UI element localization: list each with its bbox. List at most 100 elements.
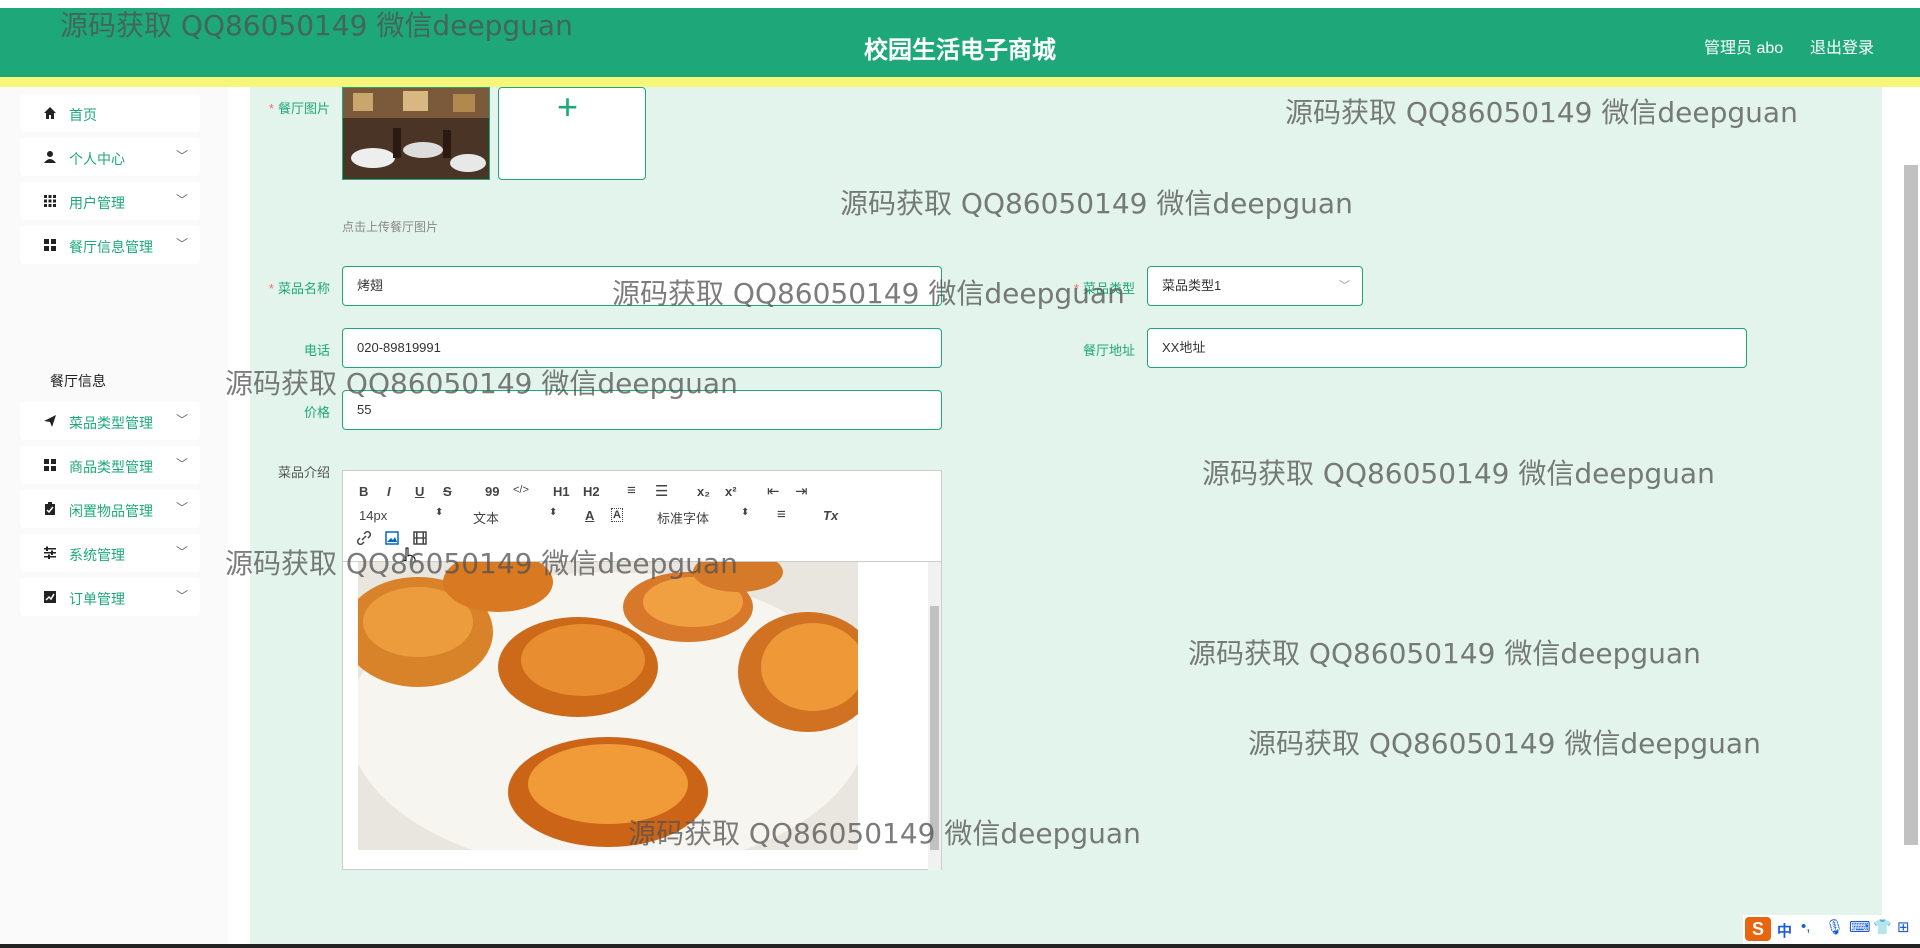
plus-icon: + <box>557 86 579 127</box>
bold-button[interactable]: B <box>359 484 368 499</box>
font-color-button[interactable]: A <box>585 508 594 523</box>
dish-type-select[interactable]: 菜品类型1 ﹀ <box>1147 266 1363 306</box>
background-color-button[interactable]: A <box>611 508 623 522</box>
clear-format-button[interactable]: Tx <box>823 508 838 523</box>
chevron-down-icon: ﹀ <box>176 457 189 471</box>
chevron-down-icon: ﹀ <box>176 589 189 603</box>
align-button[interactable]: ≡ <box>777 506 786 523</box>
chevron-down-icon: ﹀ <box>176 413 189 427</box>
sort-arrows-icon: ⬍ <box>435 507 444 518</box>
sidebar-item-profile[interactable]: 个人中心 ﹀ <box>20 138 200 176</box>
dish-type-value: 菜品类型1 <box>1162 278 1222 293</box>
image-upload-button[interactable]: + <box>498 86 646 180</box>
sidebar-subitem-restaurant-info[interactable]: 餐厅信息 <box>50 371 106 391</box>
intro-label: 菜品介绍 <box>277 465 330 480</box>
keyboard-icon[interactable]: ⌨ <box>1849 918 1871 936</box>
watermark: 源码获取 QQ86050149 微信deepguan <box>1285 96 1798 129</box>
sidebar-item-label: 个人中心 <box>69 151 125 167</box>
grid-icon[interactable]: ⊞ <box>1897 918 1910 936</box>
watermark: 源码获取 QQ86050149 微信deepguan <box>60 9 573 42</box>
watermark: 源码获取 QQ86050149 微信deepguan <box>225 367 738 400</box>
phone-label: 电话 <box>303 343 330 358</box>
current-user: 管理员 abo <box>1704 40 1784 57</box>
sidebar-item-goods-type[interactable]: 商品类型管理 ﹀ <box>20 446 200 484</box>
sidebar-item-users[interactable]: 用户管理 ﹀ <box>20 182 200 220</box>
strike-button[interactable]: S <box>443 484 452 499</box>
apps-icon <box>44 239 56 251</box>
watermark: 源码获取 QQ86050149 微信deepguan <box>1188 637 1701 670</box>
italic-button[interactable]: I <box>387 484 391 499</box>
send-icon <box>44 415 56 427</box>
sort-arrows-icon: ⬍ <box>549 507 558 518</box>
chart-icon <box>44 591 56 603</box>
sidebar-item-label: 商品类型管理 <box>69 459 153 475</box>
sidebar-item-orders[interactable]: 订单管理 ﹀ <box>20 578 200 616</box>
superscript-button[interactable]: x² <box>725 484 737 499</box>
watermark: 源码获取 QQ86050149 微信deepguan <box>1202 457 1715 490</box>
sidebar-item-label: 首页 <box>69 107 97 123</box>
dish-photo <box>358 562 858 850</box>
sidebar-item-label: 用户管理 <box>69 195 125 211</box>
logout-link[interactable]: 退出登录 <box>1810 34 1874 58</box>
home-icon <box>44 107 56 119</box>
skin-icon[interactable]: 👕 <box>1873 918 1892 936</box>
address-label: 餐厅地址 <box>1082 343 1135 358</box>
rich-text-editor[interactable]: B I U S 99 </> H1 H2 ≡ ☰ x₂ x² ⇤ ⇥ 14px … <box>342 470 942 870</box>
punctuation-icon[interactable]: •, <box>1801 918 1810 935</box>
font-size-select[interactable]: 14px <box>359 508 387 523</box>
text-type-select[interactable]: 文本 <box>473 508 499 527</box>
header-accent-bar <box>0 77 1920 87</box>
user-icon <box>44 151 56 163</box>
chevron-down-icon: ﹀ <box>1339 280 1350 292</box>
sidebar-item-restaurant[interactable]: 餐厅信息管理 ﹀ <box>20 226 200 264</box>
ime-toolbar[interactable]: S 中 •, 🎙 ⌨ 👕 ⊞ <box>1743 915 1920 945</box>
font-family-select[interactable]: 标准字体 <box>657 508 709 527</box>
ordered-list-button[interactable]: ≡ <box>627 482 636 499</box>
sidebar-item-label: 系统管理 <box>69 547 125 563</box>
chevron-down-icon: ﹀ <box>176 501 189 515</box>
ime-mode[interactable]: 中 <box>1777 920 1792 941</box>
watermark: 源码获取 QQ86050149 微信deepguan <box>1248 727 1761 760</box>
chevron-down-icon: ﹀ <box>176 237 189 251</box>
sliders-icon <box>44 546 56 559</box>
quote-button[interactable]: 99 <box>485 484 499 499</box>
watermark: 源码获取 QQ86050149 微信deepguan <box>225 547 738 580</box>
sort-arrows-icon: ⬍ <box>741 507 750 518</box>
h2-button[interactable]: H2 <box>583 484 600 499</box>
sidebar-item-dish-type[interactable]: 菜品类型管理 ﹀ <box>20 402 200 440</box>
chevron-down-icon: ﹀ <box>176 149 189 163</box>
watermark: 源码获取 QQ86050149 微信deepguan <box>840 187 1353 220</box>
underline-button[interactable]: U <box>415 484 424 499</box>
h1-button[interactable]: H1 <box>553 484 570 499</box>
indent-button[interactable]: ⇥ <box>795 482 808 500</box>
microphone-icon[interactable]: 🎙 <box>1825 918 1844 936</box>
sidebar-item-system[interactable]: 系统管理 ﹀ <box>20 534 200 572</box>
address-input[interactable]: XX地址 <box>1147 328 1747 368</box>
chevron-down-icon: ﹀ <box>176 545 189 559</box>
sidebar-item-label: 订单管理 <box>69 591 125 607</box>
page-scrollbar-thumb[interactable] <box>1904 165 1918 845</box>
subscript-button[interactable]: x₂ <box>697 484 710 499</box>
sidebar: 首页 个人中心 ﹀ 用户管理 ﹀ 餐厅信息管理 ﹀ 餐厅信息 菜品类型管理 ﹀ … <box>0 87 228 948</box>
image-label: * 餐厅图片 <box>268 101 330 116</box>
sogou-logo-icon: S <box>1745 917 1771 941</box>
bullet-list-button[interactable]: ☰ <box>655 482 668 500</box>
code-button[interactable]: </> <box>513 484 529 496</box>
clipboard-icon <box>45 502 55 515</box>
apps-icon <box>44 459 56 471</box>
price-label: 价格 <box>303 405 330 420</box>
chevron-down-icon: ﹀ <box>176 193 189 207</box>
watermark: 源码获取 QQ86050149 微信deepguan <box>612 277 1125 310</box>
sidebar-item-idle-goods[interactable]: 闲置物品管理 ﹀ <box>20 490 200 528</box>
sidebar-item-label: 餐厅信息管理 <box>69 239 153 255</box>
upload-hint: 点击上传餐厅图片 <box>342 220 439 234</box>
sidebar-item-home[interactable]: 首页 <box>20 94 200 132</box>
dish-name-label: * 菜品名称 <box>268 281 330 296</box>
restaurant-image-thumbnail[interactable] <box>342 87 490 180</box>
outdent-button[interactable]: ⇤ <box>767 482 780 500</box>
watermark: 源码获取 QQ86050149 微信deepguan <box>628 817 1141 850</box>
taskbar-edge <box>0 944 1920 948</box>
sidebar-item-label: 闲置物品管理 <box>69 503 153 519</box>
sidebar-item-label: 菜品类型管理 <box>69 415 153 431</box>
grid-icon <box>44 195 56 207</box>
